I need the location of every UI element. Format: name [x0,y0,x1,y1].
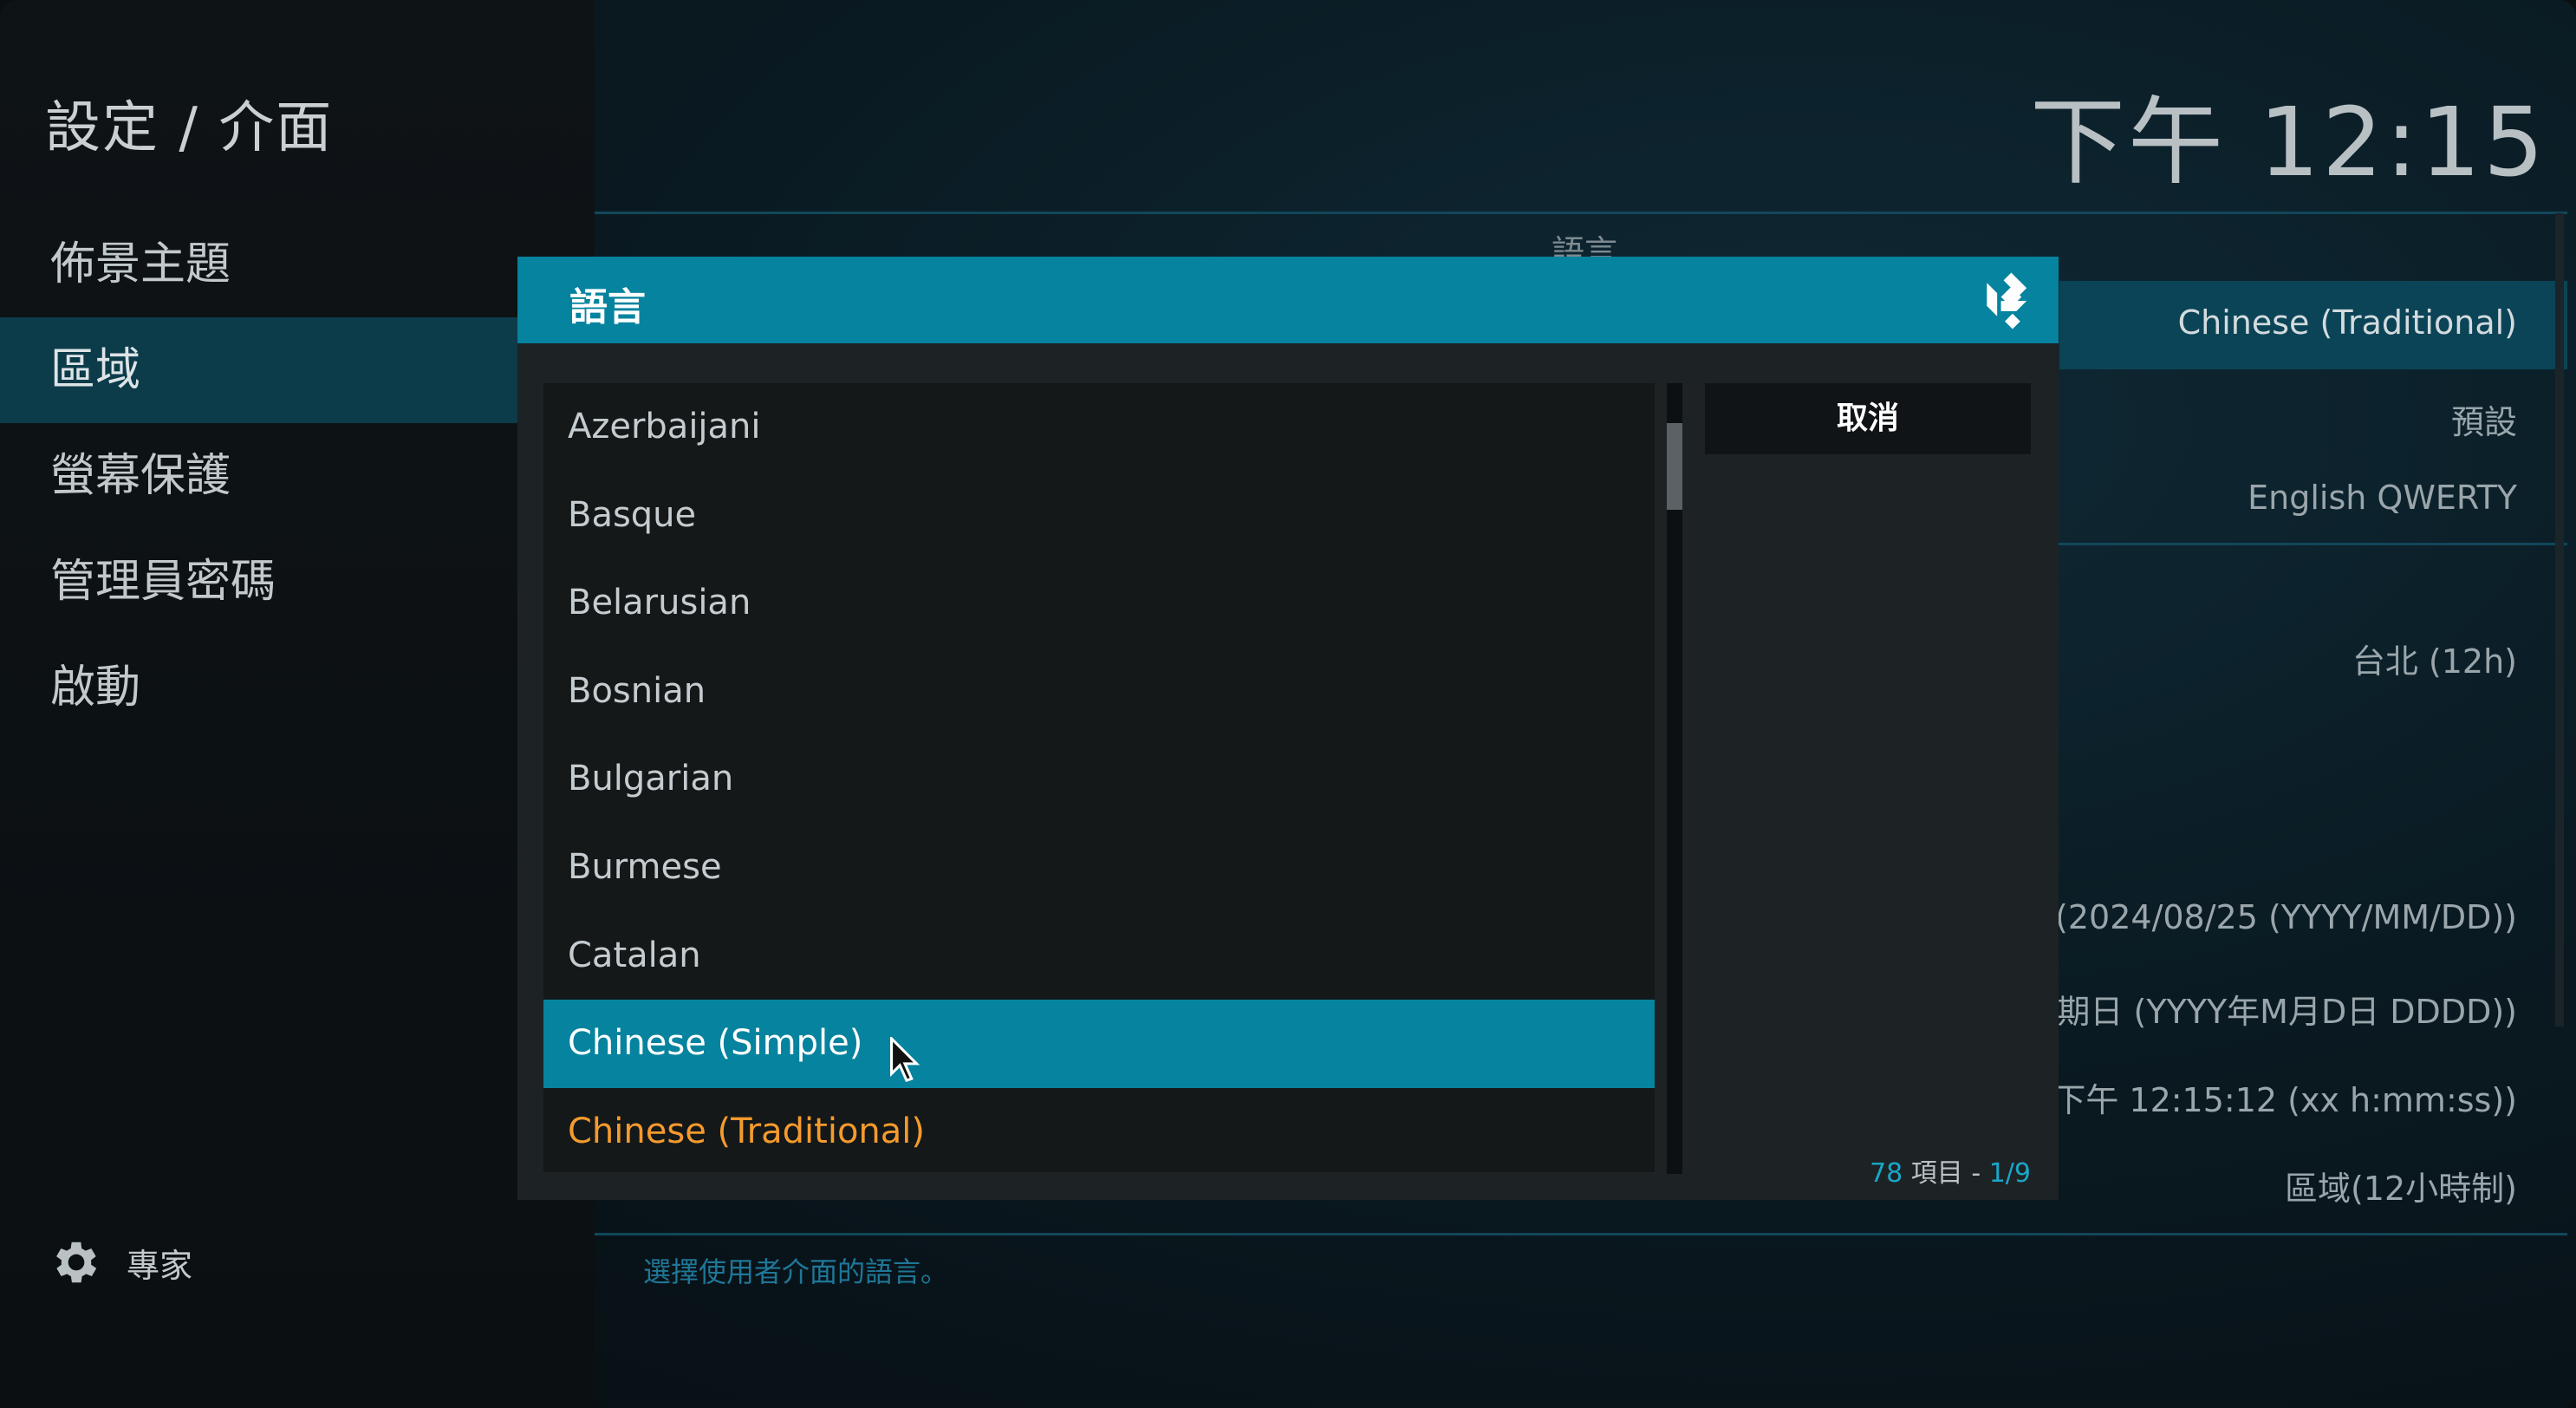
language-list-item[interactable]: Burmese [543,824,1655,912]
kodi-window: 語言 Chinese (Traditional) 預設 English QWER… [0,0,2576,1408]
gear-icon [56,1242,97,1283]
sidebar-item-regional[interactable]: 區域 [0,317,595,423]
dialog-title: 語言 [569,285,646,329]
dialog-header: 語言 [517,257,2059,343]
sidebar-item-screensaver[interactable]: 螢幕保護 [0,423,595,529]
scrollbar-thumb[interactable] [1667,422,1682,510]
language-list-item[interactable]: Chinese (Simple) [543,1000,1655,1088]
settings-level-button[interactable]: 專家 [49,1235,192,1290]
mouse-cursor-icon [890,1037,920,1083]
setting-value-charset[interactable]: 預設 [2451,395,2517,443]
kodi-logo-icon [1987,272,2027,329]
panel-scrollbar[interactable] [2555,213,2564,1027]
setting-value-keyboard[interactable]: English QWERTY [2247,479,2517,517]
language-list-item[interactable]: Azerbaijani [543,383,1655,472]
setting-value-long-date[interactable]: 期日 (YYYY年M月D日 DDDD)) [2057,985,2517,1033]
breadcrumb: 設定 / 介面 [45,96,334,160]
setting-value-time-format[interactable]: 下午 12:15:12 (xx h:mm:ss)) [2052,1073,2517,1121]
sidebar-item-skin[interactable]: 佈景主題 [0,212,595,317]
sidebar-item-startup[interactable]: 啟動 [0,635,595,740]
cancel-button[interactable]: 取消 [1705,383,2031,454]
language-list-item[interactable]: Bulgarian [543,735,1655,824]
language-list-item[interactable]: Chinese (Traditional) [543,1088,1655,1172]
setting-value-short-date[interactable]: (2024/08/25 (YYYY/MM/DD)) [2055,898,2517,936]
language-dialog: 語言 Azerbaijani Basque Belarusian Bosnian Bul… [517,257,2059,1200]
item-count-label: 項目 - [1910,1158,1981,1189]
language-list[interactable]: Azerbaijani Basque Belarusian Bosnian Bulgar… [543,383,1655,1172]
language-list-item[interactable]: Basque [543,472,1655,560]
setting-description: 選擇使用者介面的語言。 [643,1255,949,1288]
setting-value-hour-format[interactable]: 區域(12小時制) [2285,1162,2517,1209]
settings-level-label: 專家 [127,1246,193,1285]
sidebar-item-master-lock[interactable]: 管理員密碼 [0,529,595,635]
language-list-scrollbar[interactable] [1667,383,1682,1174]
item-count: 78 項目 - 1/9 [1870,1151,2031,1190]
sidebar-menu: 佈景主題 區域 螢幕保護 管理員密碼 啟動 [0,212,595,740]
item-count-page: 1/9 [1988,1158,2031,1189]
panel-top-divider [595,212,2567,214]
panel-bottom-divider [595,1233,2567,1235]
language-list-item[interactable]: Belarusian [543,559,1655,648]
setting-value-region[interactable]: 台北 (12h) [2352,635,2517,682]
clock: 下午 12:15 [2030,87,2547,198]
setting-value-language[interactable]: Chinese (Traditional) [2178,303,2517,342]
item-count-total: 78 [1870,1158,1903,1189]
language-list-item[interactable]: Catalan [543,912,1655,1001]
sidebar: 設定 / 介面 佈景主題 區域 螢幕保護 管理員密碼 啟動 專家 [0,0,595,1408]
language-list-item[interactable]: Bosnian [543,648,1655,736]
